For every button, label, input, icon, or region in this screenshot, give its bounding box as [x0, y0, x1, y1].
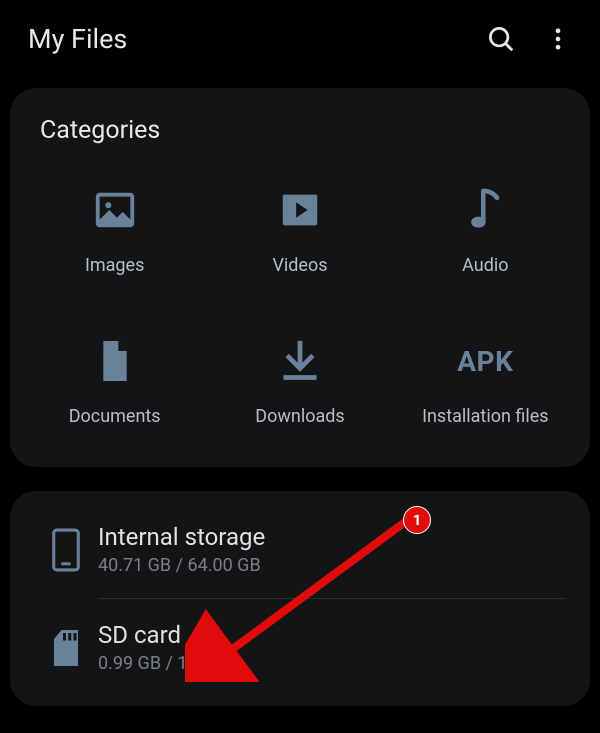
storage-text: SD card 0.99 GB / 1.86 GB [98, 621, 566, 674]
apk-icon: APK [457, 334, 513, 388]
category-downloads[interactable]: Downloads [211, 334, 388, 427]
category-label: Images [85, 255, 144, 276]
categories-panel: Categories Images [10, 88, 590, 467]
download-icon [278, 334, 322, 388]
video-icon [277, 183, 323, 237]
categories-title: Categories [26, 116, 574, 145]
more-vertical-icon [544, 25, 572, 53]
storage-panel: Internal storage 40.71 GB / 64.00 GB SD … [10, 491, 590, 706]
storage-title: SD card [98, 621, 566, 649]
phone-icon [34, 527, 98, 573]
search-button[interactable] [486, 24, 516, 54]
storage-text: Internal storage 40.71 GB / 64.00 GB [98, 523, 566, 576]
category-label: Downloads [255, 406, 344, 427]
category-installation-files[interactable]: APK Installation files [397, 334, 574, 427]
category-label: Installation files [422, 406, 548, 427]
category-videos[interactable]: Videos [211, 183, 388, 276]
app-header: My Files [0, 0, 600, 78]
header-actions [486, 24, 572, 54]
category-images[interactable]: Images [26, 183, 203, 276]
category-label: Videos [272, 255, 327, 276]
annotation-badge: 1 [403, 506, 431, 534]
storage-sdcard[interactable]: SD card 0.99 GB / 1.86 GB [10, 599, 590, 696]
sdcard-icon [34, 627, 98, 669]
category-label: Documents [69, 406, 161, 427]
content-area: Categories Images [0, 78, 600, 716]
category-audio[interactable]: Audio [397, 183, 574, 276]
page-title: My Files [28, 23, 486, 55]
audio-icon [464, 183, 506, 237]
more-options-button[interactable] [544, 25, 572, 53]
storage-subtitle: 40.71 GB / 64.00 GB [98, 555, 566, 576]
storage-subtitle: 0.99 GB / 1.86 GB [98, 653, 566, 674]
category-documents[interactable]: Documents [26, 334, 203, 427]
search-icon [486, 24, 516, 54]
image-icon [92, 183, 138, 237]
categories-grid: Images Videos [26, 183, 574, 427]
storage-internal[interactable]: Internal storage 40.71 GB / 64.00 GB [10, 501, 590, 598]
document-icon [95, 334, 135, 388]
storage-title: Internal storage [98, 523, 566, 551]
category-label: Audio [462, 255, 508, 276]
